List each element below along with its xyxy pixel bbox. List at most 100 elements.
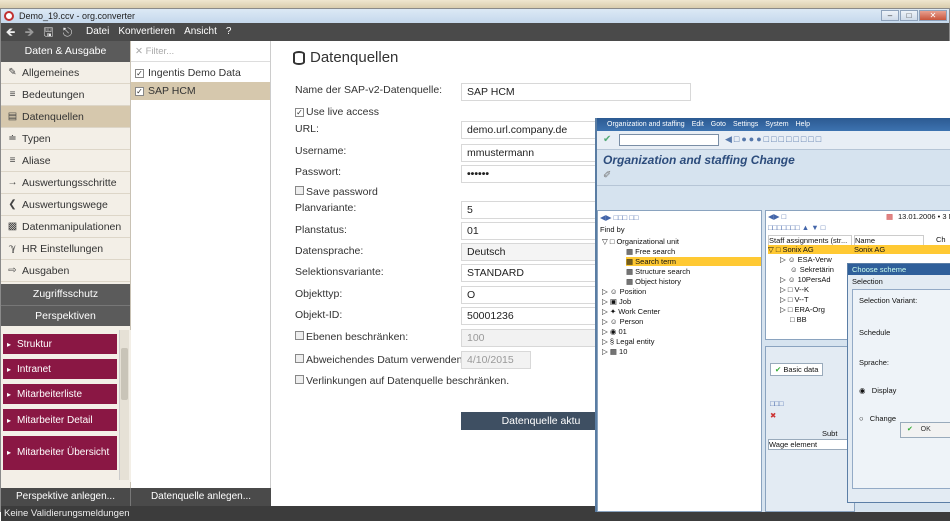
selektionsvariante-label: Selektionsvariante: — [295, 266, 384, 278]
datum-checkbox[interactable]: Abweichendes Datum verwenden: — [295, 354, 465, 366]
delete-icon[interactable]: ✖ — [770, 411, 776, 420]
sap-menu-item[interactable]: Edit — [692, 121, 704, 128]
sidebar-item-allgemeines[interactable]: ✎ Allgemeines — [1, 62, 130, 84]
perspective-mitarbeiterliste[interactable]: Mitarbeiterliste — [3, 384, 117, 404]
sap-tree-legalentity[interactable]: ▷ § Legal entity — [602, 337, 654, 346]
scrollbar-thumb[interactable] — [121, 348, 128, 400]
ebenen-checkbox[interactable]: Ebenen beschränken: — [295, 331, 408, 343]
sap-tree-structuresearch[interactable]: ▦ Structure search — [626, 267, 690, 276]
live-access-checkbox[interactable]: ✓ Use live access — [295, 106, 379, 118]
checkbox[interactable] — [295, 186, 304, 195]
menu-help[interactable]: ? — [226, 23, 232, 41]
sap-ch-header[interactable]: Ch — [936, 235, 946, 244]
sap-tree-freesearch[interactable]: ▦ Free search — [626, 247, 675, 256]
sap-org-row-sonix[interactable]: ▽ □ Sonix AG Sonix AG — [768, 245, 950, 254]
sap-org-row[interactable]: ▷ □ V--K — [780, 285, 809, 294]
sap-tree-job[interactable]: ▷ ▣ Job — [602, 297, 631, 306]
sidebar-item-auswertungsschritte[interactable]: → Auswertungsschritte — [1, 172, 130, 194]
sap-org-row[interactable]: ▷ ☺ ESA-Verw — [780, 255, 832, 264]
datasource-item-sap-hcm[interactable]: ✓ SAP HCM — [131, 82, 270, 100]
sap-tree-10[interactable]: ▷ ▦ 10 — [602, 347, 627, 356]
sap-tree-objecthistory[interactable]: ▦ Object history — [626, 277, 681, 286]
sap-tree-position[interactable]: ▷ ☺ Position — [602, 287, 646, 296]
sidebar-item-ausgaben[interactable]: ⇨ Ausgaben — [1, 260, 130, 282]
sidebar: Daten & Ausgabe ✎ Allgemeines ≡ Bedeutunge… — [1, 41, 131, 488]
sidebar-item-auswertungswege[interactable]: ❮ Auswertungswege — [1, 194, 130, 216]
save-disk-icon[interactable]: 🖫 — [39, 23, 58, 41]
maximize-button[interactable]: □ — [900, 10, 918, 21]
sap-staff-toolbar-icons[interactable]: □□□□□□□ ▲ ▼ □ — [768, 223, 825, 232]
checkbox[interactable] — [295, 375, 304, 384]
calendar-icon[interactable]: ▦ — [886, 212, 893, 221]
sap-org-row[interactable]: ▷ ☺ 10PersAd — [780, 275, 831, 284]
menu-datei[interactable]: Datei — [86, 23, 109, 41]
sidebar-item-label: Bedeutungen — [22, 88, 85, 101]
sap-org-row[interactable]: □ BB — [790, 315, 807, 324]
sap-toolbar-icons[interactable]: ◀□●●●□□□□□□□□ — [725, 134, 823, 145]
perspective-mitarbeiter-detail[interactable]: Mitarbeiter Detail — [3, 409, 117, 431]
perspectives-scrollbar[interactable] — [119, 330, 129, 480]
sap-tool-icon[interactable]: ✐ — [603, 170, 611, 181]
menu-ansicht[interactable]: Ansicht — [184, 23, 217, 41]
sap-menu-item[interactable]: Settings — [733, 121, 758, 128]
perspective-intranet[interactable]: Intranet — [3, 359, 117, 379]
sidebar-item-bedeutungen[interactable]: ≡ Bedeutungen — [1, 84, 130, 106]
sidebar-item-hr-einstellungen[interactable]: ℽ HR Einstellungen — [1, 238, 130, 260]
datum-field[interactable]: 4/10/2015 — [461, 351, 531, 369]
sap-org-row[interactable]: ▷ □ V--T — [780, 295, 809, 304]
sap-detail-icons[interactable]: □□□ — [770, 399, 784, 408]
name-field[interactable]: SAP HCM — [461, 83, 691, 101]
sap-menu-item[interactable]: System — [765, 121, 788, 128]
close-button[interactable]: ✕ — [919, 10, 947, 21]
sidebar-item-typen[interactable]: ≐ Typen — [1, 128, 130, 150]
sidebar-item-datenmanipulationen[interactable]: ▩ Datenmanipulationen — [1, 216, 130, 238]
sap-tree-workcenter[interactable]: ▷ ✦ Work Center — [602, 307, 660, 316]
hierarchy-icon[interactable]: ⎋ — [58, 23, 77, 41]
sap-tree-person[interactable]: ▷ ☺ Person — [602, 317, 643, 326]
sap-staff-nav-icons[interactable]: ◀▶ □ — [768, 212, 786, 221]
sap-org-row[interactable]: ▷ □ ERA-Org — [780, 305, 825, 314]
checkbox[interactable] — [295, 331, 304, 340]
save-password-checkbox[interactable]: Save password — [295, 186, 378, 198]
checkbox[interactable] — [295, 354, 304, 363]
access-header[interactable]: Zugriffsschutz — [1, 284, 130, 305]
sidebar-item-label: Typen — [22, 132, 51, 145]
sap-menu-item[interactable]: Goto — [711, 121, 726, 128]
checkbox[interactable]: ✓ — [295, 108, 304, 117]
sap-tree-orgunit[interactable]: ▽ □ Organizational unit — [602, 237, 679, 246]
forward-arrow-icon[interactable]: 🡺 — [20, 23, 39, 41]
radio-change[interactable]: ○ Change — [859, 414, 896, 423]
sap-tree-searchterm[interactable]: ▦ Search term — [626, 257, 761, 266]
perspective-mitarbeiter-uebersicht[interactable]: Mitarbeiter Übersicht — [3, 436, 117, 470]
add-perspective-button[interactable]: Perspektive anlegen... — [1, 488, 131, 506]
add-datasource-button[interactable]: Datenquelle anlegen... — [131, 488, 271, 506]
sap-org-row[interactable]: ☺ Sekretärin — [790, 265, 834, 274]
sidebar-item-datenquellen[interactable]: ▤ Datenquellen — [1, 106, 130, 128]
tree-label: Organizational unit — [616, 237, 680, 246]
radio-display[interactable]: ◉ Display — [859, 386, 896, 395]
sap-nav-icons[interactable]: ◀▶ □□□ □□ — [600, 213, 638, 222]
perspective-struktur[interactable]: Struktur — [3, 334, 117, 354]
back-arrow-icon[interactable]: 🡸 — [1, 23, 20, 41]
minimize-button[interactable]: – — [881, 10, 899, 21]
datasource-checkbox[interactable]: ✓ — [135, 68, 144, 78]
sap-tree-01[interactable]: ▷ ◉ 01 — [602, 327, 627, 336]
dialog-selection-tab[interactable]: Selection — [848, 277, 950, 286]
datasource-checkbox[interactable]: ✓ — [135, 86, 144, 96]
sap-check-icon[interactable]: ✔ — [603, 134, 611, 145]
sap-command-field[interactable] — [619, 134, 719, 146]
datasource-item-ingentis[interactable]: ✓ Ingentis Demo Data — [131, 64, 270, 82]
sap-menu-item[interactable]: Organization and staffing — [607, 121, 685, 128]
sidebar-item-aliase[interactable]: ≡ Aliase — [1, 150, 130, 172]
datasource-label: Ingentis Demo Data — [148, 67, 241, 79]
sap-findby-label: Find by — [600, 225, 625, 234]
sap-basic-data-tab[interactable]: ✔ Basic data — [770, 363, 824, 376]
dialog-ok-button[interactable]: ✔ OK — [900, 422, 950, 438]
clear-filter-icon[interactable]: ✕ — [135, 46, 143, 57]
filter-input[interactable]: ✕ Filter... — [131, 41, 270, 62]
sap-menu-item[interactable]: Help — [796, 121, 810, 128]
perspectives-header[interactable]: Perspektiven — [1, 305, 130, 326]
sap-detail-pane: ✔ Basic data □□□ ✖ Subt Wage element — [765, 346, 855, 512]
links-checkbox[interactable]: Verlinkungen auf Datenquelle beschränken… — [295, 375, 509, 387]
menu-konvertieren[interactable]: Konvertieren — [118, 23, 175, 41]
